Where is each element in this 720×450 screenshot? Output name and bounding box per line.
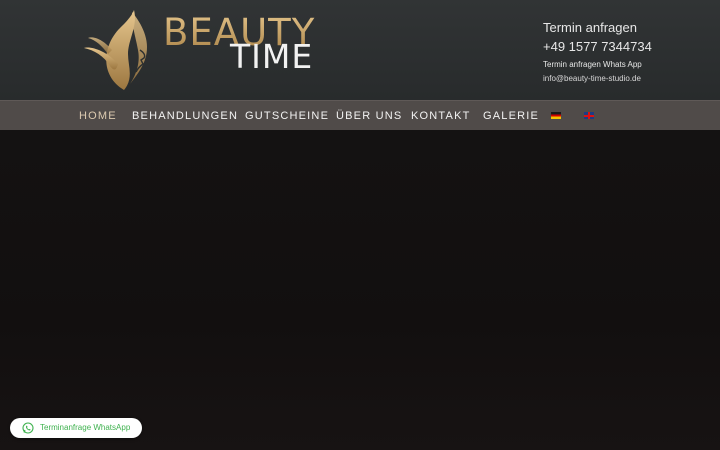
nav-item-treatments[interactable]: BEHANDLUNGEN	[132, 110, 238, 122]
appointment-request-link[interactable]: Termin anfragen	[543, 19, 652, 36]
nav-item-about[interactable]: ÜBER UNS	[336, 110, 402, 122]
hero-banner	[0, 130, 720, 450]
whatsapp-button-label: Terminanfrage WhatsApp	[40, 423, 131, 432]
site-logo[interactable]: BEAUTY TIME	[80, 6, 320, 96]
nav-item-gallery[interactable]: GALERIE	[483, 110, 539, 122]
whatsapp-request-button[interactable]: Terminanfrage WhatsApp	[10, 418, 142, 438]
whatsapp-request-link[interactable]: Termin anfragen Whats App	[543, 59, 652, 70]
site-header: BEAUTY TIME Termin anfragen +49 1577 734…	[0, 0, 720, 100]
uk-flag-icon[interactable]	[584, 112, 594, 119]
main-navigation: HOME BEHANDLUNGEN GUTSCHEINE ÜBER UNS KO…	[0, 100, 720, 130]
whatsapp-icon	[22, 422, 34, 434]
leaf-face-icon	[84, 10, 148, 90]
nav-item-home[interactable]: HOME	[79, 110, 117, 122]
phone-link[interactable]: +49 1577 7344734	[543, 38, 652, 55]
nav-item-contact[interactable]: KONTAKT	[411, 110, 471, 122]
contact-block: Termin anfragen +49 1577 7344734 Termin …	[543, 19, 652, 84]
german-flag-icon[interactable]	[551, 112, 561, 119]
logo-text-time: TIME	[230, 37, 314, 76]
nav-item-vouchers[interactable]: GUTSCHEINE	[245, 110, 329, 122]
email-link[interactable]: info@beauty-time-studio.de	[543, 73, 652, 84]
